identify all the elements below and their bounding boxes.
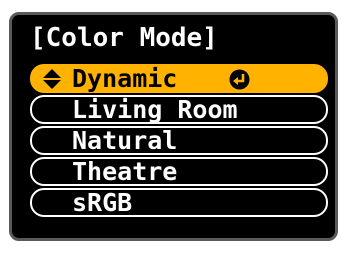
option-dynamic[interactable]: Dynamic	[30, 64, 328, 93]
option-theatre[interactable]: Theatre	[30, 157, 328, 186]
enter-icon	[229, 69, 250, 90]
option-label: Natural	[72, 126, 178, 155]
option-living-room[interactable]: Living Room	[30, 95, 328, 124]
option-label: Living Room	[72, 95, 238, 124]
color-mode-options: Dynamic Living Room Natural Theatre sRGB	[30, 64, 328, 219]
option-natural[interactable]: Natural	[30, 126, 328, 155]
option-label: Dynamic	[72, 64, 178, 93]
option-srgb[interactable]: sRGB	[30, 188, 328, 217]
menu-title: [Color Mode]	[30, 23, 218, 53]
option-label: sRGB	[72, 188, 133, 217]
up-down-arrows-icon	[43, 69, 61, 89]
option-label: Theatre	[72, 157, 178, 186]
